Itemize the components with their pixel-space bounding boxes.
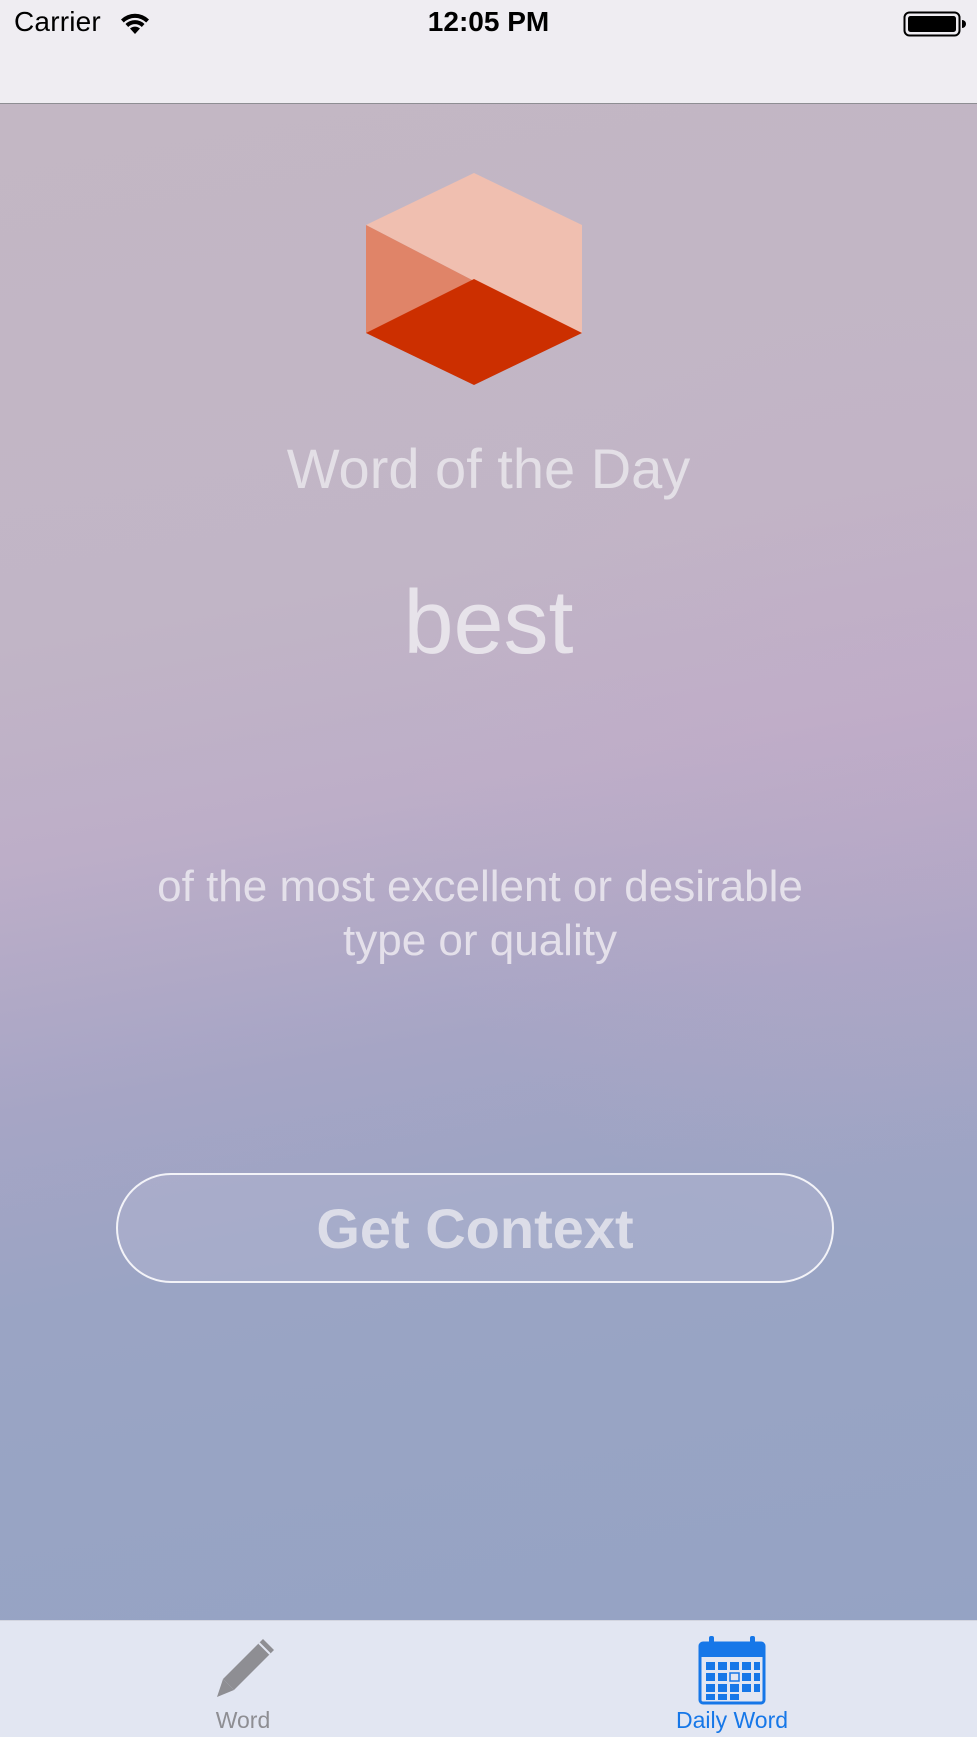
daily-word: best <box>403 573 574 673</box>
cube-logo-icon <box>366 173 582 385</box>
tab-word[interactable]: Word <box>143 1621 343 1737</box>
tab-bar: Word Daily Word <box>0 1620 977 1737</box>
tab-daily-word[interactable]: Daily Word <box>632 1621 832 1737</box>
daily-word-content: Word of the Day best of the most excelle… <box>0 104 977 1620</box>
tab-daily-word-label: Daily Word <box>675 1707 789 1733</box>
word-definition: of the most excellent or desirable type … <box>157 862 803 965</box>
status-and-nav-bar: Carrier 12:05 PM <box>0 0 977 104</box>
app-screen: Carrier 12:05 PM Word of the Day best of… <box>0 0 977 1737</box>
status-time: 12:05 PM <box>427 6 550 37</box>
page-title: Word of the Day <box>286 437 691 500</box>
tab-word-label: Word <box>215 1707 271 1733</box>
battery-full-icon <box>903 11 966 37</box>
pencil-icon <box>217 1639 274 1697</box>
get-context-button[interactable]: Get Context <box>116 1173 834 1283</box>
calendar-icon <box>698 1636 766 1705</box>
